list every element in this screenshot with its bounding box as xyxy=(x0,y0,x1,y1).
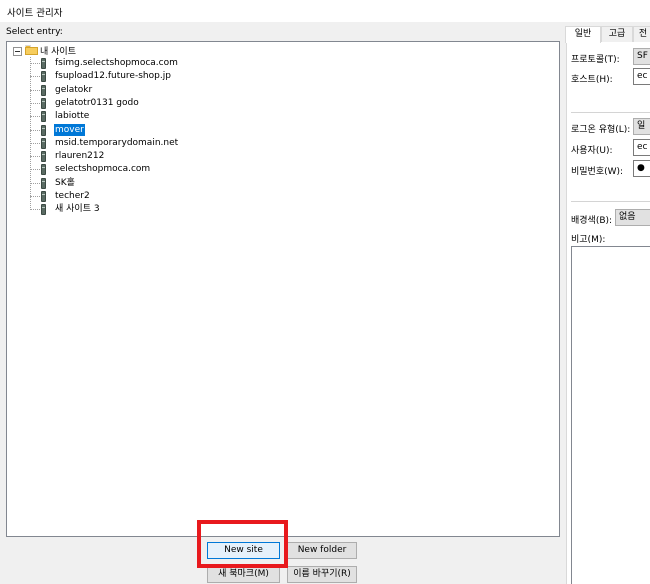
tree-guide-line xyxy=(30,89,40,91)
tree-guide-line xyxy=(30,142,40,144)
tree-site-item[interactable]: 새 사이트 3 xyxy=(40,203,340,216)
new-folder-button[interactable]: New folder xyxy=(287,542,357,559)
tree-guide-line xyxy=(30,209,40,211)
server-icon xyxy=(41,151,46,163)
site-tree[interactable]: 내 사이트 fsimg.selectshopmoca.com fsupload12… xyxy=(6,41,560,537)
tree-site-label: SK홀 xyxy=(55,177,75,188)
new-bookmark-button[interactable]: 새 북마크(M) xyxy=(207,566,280,583)
separator xyxy=(571,201,650,202)
rename-button[interactable]: 이름 바꾸기(R) xyxy=(287,566,357,583)
tree-site-item[interactable]: techer2 xyxy=(40,190,340,203)
tree-guide-line xyxy=(30,156,40,158)
tree-site-label: 새 사이트 3 xyxy=(55,204,100,215)
password-input[interactable]: ● xyxy=(633,160,650,177)
server-icon xyxy=(41,124,46,136)
tree-site-label: rlauren212 xyxy=(55,151,105,162)
protocol-label: 프로토콜(T): xyxy=(571,55,620,65)
tree-site-item[interactable]: mover xyxy=(40,122,340,137)
tree-site-label: msid.temporarydomain.net xyxy=(55,137,179,148)
window-title-bar: 사이트 관리자 xyxy=(0,0,650,22)
tree-root-my-sites[interactable]: 내 사이트 xyxy=(40,44,76,57)
server-icon xyxy=(41,97,46,109)
separator xyxy=(571,112,650,113)
server-icon xyxy=(41,58,46,69)
memo-textarea[interactable] xyxy=(571,246,650,584)
tree-site-item[interactable]: selectshopmoca.com xyxy=(40,163,340,176)
select-entry-label: Select entry: xyxy=(6,27,63,37)
server-icon xyxy=(41,71,46,83)
tree-guide-line xyxy=(30,63,40,64)
server-icon xyxy=(41,177,46,189)
tree-site-label: fsupload12.future-shop.jp xyxy=(55,71,171,82)
tree-site-label: mover xyxy=(53,122,86,137)
tree-site-item[interactable]: rlauren212 xyxy=(40,150,340,163)
memo-label: 비고(M): xyxy=(571,235,606,245)
tree-site-label: labiotte xyxy=(55,111,90,122)
folder-icon xyxy=(25,45,38,55)
server-icon xyxy=(41,164,46,176)
tree-site-item[interactable]: gelatotr0131 godo xyxy=(40,97,340,110)
user-label: 사용자(U): xyxy=(571,146,613,156)
tree-site-item[interactable]: labiotte xyxy=(40,110,340,123)
tree-site-item[interactable]: gelatokr xyxy=(40,84,340,97)
tab-transfer[interactable]: 전 xyxy=(633,26,650,42)
server-icon xyxy=(41,111,46,123)
user-input[interactable]: ec xyxy=(633,139,650,156)
password-label: 비밀번호(W): xyxy=(571,167,624,177)
tab-advanced[interactable]: 고급 xyxy=(601,26,633,42)
background-color-select[interactable]: 없음 xyxy=(615,209,650,226)
tree-site-label: gelatokr xyxy=(55,84,93,95)
logon-type-select[interactable]: 일 xyxy=(633,118,650,135)
tree-site-item[interactable]: msid.temporarydomain.net xyxy=(40,137,340,150)
host-label: 호스트(H): xyxy=(571,75,613,85)
window-title: 사이트 관리자 xyxy=(7,8,63,19)
tree-site-label: techer2 xyxy=(55,191,90,201)
tree-guide-line xyxy=(30,129,40,131)
tree-site-label: selectshopmoca.com xyxy=(55,164,151,175)
protocol-select[interactable]: SF xyxy=(633,48,650,65)
annotation-highlight-box xyxy=(197,520,288,568)
tree-site-item[interactable]: SK홀 xyxy=(40,177,340,190)
tree-guide-line xyxy=(30,169,40,171)
server-icon xyxy=(41,84,46,96)
tree-guide-line xyxy=(30,76,40,78)
server-icon xyxy=(41,137,46,149)
server-icon xyxy=(41,204,46,216)
tree-guide-line xyxy=(30,102,40,104)
tree-site-item[interactable]: fsimg.selectshopmoca.com xyxy=(40,57,340,70)
tab-general[interactable]: 일반 xyxy=(565,26,601,43)
logon-type-label: 로그온 유형(L): xyxy=(571,125,631,135)
tree-site-label: fsimg.selectshopmoca.com xyxy=(55,58,178,68)
host-input[interactable]: ec xyxy=(633,68,650,85)
collapse-toggle-icon[interactable] xyxy=(13,47,22,56)
tree-guide-line xyxy=(30,196,40,197)
background-color-label: 배경색(B): xyxy=(571,216,613,226)
tree-site-item[interactable]: fsupload12.future-shop.jp xyxy=(40,70,340,83)
server-icon xyxy=(41,191,46,202)
tree-site-label: gelatotr0131 godo xyxy=(55,97,139,108)
tree-guide-line xyxy=(30,116,40,118)
tree-guide-line xyxy=(30,182,40,184)
